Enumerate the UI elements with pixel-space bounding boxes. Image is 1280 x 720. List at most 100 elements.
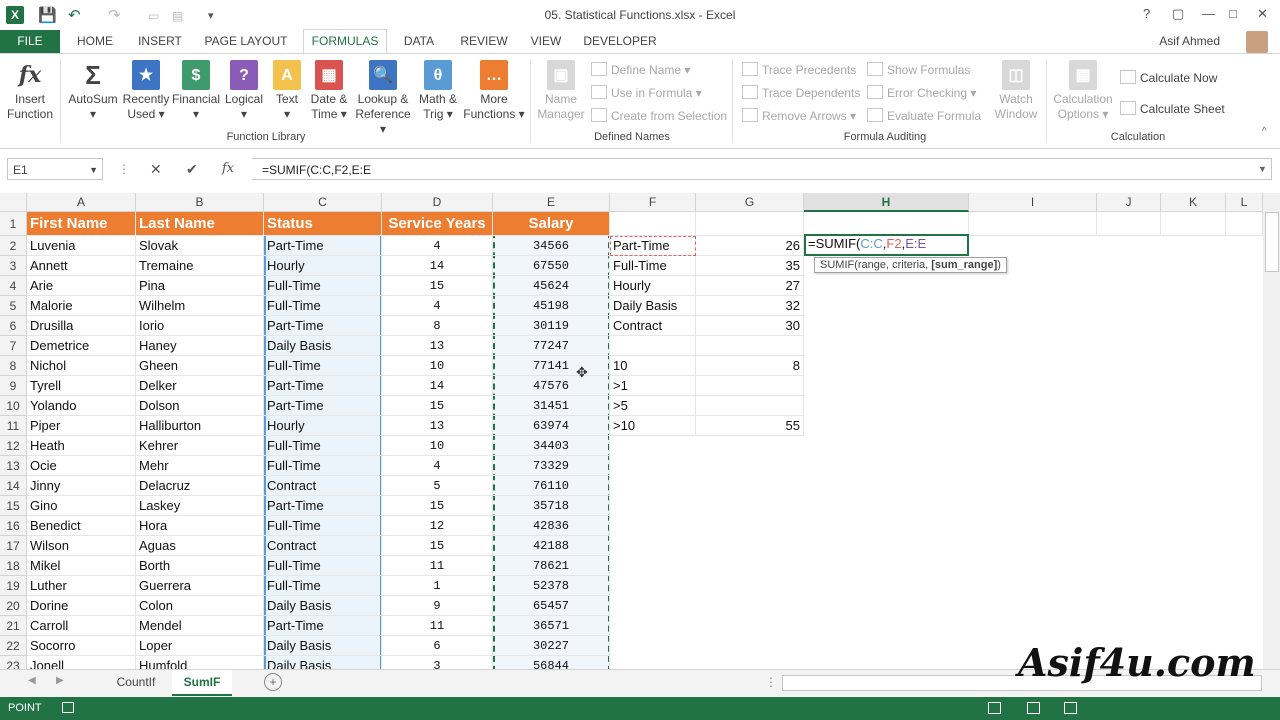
table-cell[interactable]: Daily Basis	[264, 656, 382, 669]
empty-cell[interactable]	[1097, 212, 1161, 236]
empty-cell[interactable]	[1161, 212, 1226, 236]
table-cell[interactable]: Mikel	[27, 556, 136, 576]
minimize-button[interactable]: —	[1202, 6, 1215, 21]
row-header[interactable]: 23	[0, 656, 27, 669]
header-cell[interactable]: Salary	[493, 212, 610, 236]
insert-function-icon[interactable]: fx	[222, 161, 234, 176]
table-cell[interactable]: 15	[382, 396, 493, 416]
create-from-selection-button[interactable]: Create from Selection	[591, 108, 727, 123]
table-cell[interactable]: Humfold	[136, 656, 264, 669]
table-cell[interactable]: Daily Basis	[264, 636, 382, 656]
table-cell[interactable]: 15	[382, 276, 493, 296]
table-cell[interactable]: 9	[382, 596, 493, 616]
table-cell[interactable]: Socorro	[27, 636, 136, 656]
empty-cell[interactable]	[1226, 212, 1263, 236]
remove-arrows-button[interactable]: Remove Arrows ▾	[742, 108, 856, 123]
help-button[interactable]: ?	[1143, 6, 1150, 21]
table-cell[interactable]: Yolando	[27, 396, 136, 416]
trace-dependents-button[interactable]: Trace Dependents	[742, 85, 860, 100]
table-cell[interactable]: Daily Basis	[264, 336, 382, 356]
table-cell[interactable]: Daily Basis	[264, 596, 382, 616]
table-cell[interactable]: Luther	[27, 576, 136, 596]
table-cell[interactable]: Nichol	[27, 356, 136, 376]
table-cell[interactable]: 13	[382, 416, 493, 436]
table-cell[interactable]: 10	[382, 436, 493, 456]
table-cell[interactable]: 13	[382, 336, 493, 356]
table-cell[interactable]: Luvenia	[27, 236, 136, 256]
table-cell[interactable]: 67550	[493, 256, 610, 276]
table-cell[interactable]: Jonell	[27, 656, 136, 669]
table-cell[interactable]: Arie	[27, 276, 136, 296]
result-cell[interactable]: 8	[696, 356, 804, 376]
use-in-formula-button[interactable]: Use in Formula ▾	[591, 85, 702, 100]
autosum-button[interactable]: Σ AutoSum ▾	[66, 60, 120, 122]
row-header[interactable]: 6	[0, 316, 27, 336]
column-header-j[interactable]: J	[1097, 193, 1161, 212]
table-cell[interactable]: Part-Time	[264, 376, 382, 396]
table-cell[interactable]: Gheen	[136, 356, 264, 376]
table-cell[interactable]: Laskey	[136, 496, 264, 516]
recently-used-button[interactable]: ★ Recently Used ▾	[122, 60, 170, 122]
formula-input[interactable]: =SUMIF(C:C,F2,E:E	[252, 158, 1272, 180]
table-cell[interactable]: Annett	[27, 256, 136, 276]
result-cell[interactable]	[696, 396, 804, 416]
table-cell[interactable]: 14	[382, 256, 493, 276]
row-header[interactable]: 2	[0, 236, 27, 256]
column-header-d[interactable]: D	[382, 193, 493, 212]
trace-precedents-button[interactable]: Trace Precedents	[742, 62, 856, 77]
name-box-dropdown-icon[interactable]: ▼	[89, 159, 98, 181]
result-cell[interactable]: 30	[696, 316, 804, 336]
row-header[interactable]: 1	[0, 212, 27, 236]
table-cell[interactable]: 4	[382, 296, 493, 316]
result-cell[interactable]: 55	[696, 416, 804, 436]
tab-page-layout[interactable]: PAGE LAYOUT	[198, 30, 294, 53]
result-cell[interactable]: 35	[696, 256, 804, 276]
table-cell[interactable]: Hourly	[264, 256, 382, 276]
table-cell[interactable]: Hora	[136, 516, 264, 536]
table-cell[interactable]: 12	[382, 516, 493, 536]
calculation-options-button[interactable]: ▦ Calculation Options ▾	[1050, 60, 1116, 122]
header-cell[interactable]: Service Years	[382, 212, 493, 236]
maximize-button[interactable]: □	[1229, 6, 1237, 21]
table-cell[interactable]: 76110	[493, 476, 610, 496]
calculate-now-button[interactable]: Calculate Now	[1120, 70, 1217, 85]
table-cell[interactable]: Tremaine	[136, 256, 264, 276]
table-cell[interactable]: Colon	[136, 596, 264, 616]
close-button[interactable]: ✕	[1257, 6, 1268, 22]
table-cell[interactable]: Full-Time	[264, 276, 382, 296]
table-cell[interactable]: Halliburton	[136, 416, 264, 436]
tab-formulas[interactable]: FORMULAS	[303, 29, 387, 55]
row-header[interactable]: 21	[0, 616, 27, 636]
criteria-cell[interactable]: >5	[610, 396, 696, 416]
table-cell[interactable]: 10	[382, 356, 493, 376]
row-header[interactable]: 3	[0, 256, 27, 276]
more-functions-button[interactable]: … More Functions ▾	[462, 60, 526, 122]
row-header[interactable]: 7	[0, 336, 27, 356]
table-cell[interactable]: Borth	[136, 556, 264, 576]
header-cell[interactable]: First Name	[27, 212, 136, 236]
criteria-cell[interactable]: >1	[610, 376, 696, 396]
sheet-next-icon[interactable]: ▶	[56, 675, 64, 686]
table-cell[interactable]: Full-Time	[264, 456, 382, 476]
table-cell[interactable]: 77141	[493, 356, 610, 376]
table-cell[interactable]: Loper	[136, 636, 264, 656]
row-header[interactable]: 12	[0, 436, 27, 456]
page-break-view-icon[interactable]	[1064, 702, 1077, 714]
page-layout-view-icon[interactable]	[1027, 702, 1040, 714]
table-cell[interactable]: Part-Time	[264, 316, 382, 336]
row-header[interactable]: 20	[0, 596, 27, 616]
table-cell[interactable]: Contract	[264, 476, 382, 496]
table-cell[interactable]: Part-Time	[264, 396, 382, 416]
table-cell[interactable]: 47576	[493, 376, 610, 396]
cancel-entry-icon[interactable]: ✕	[150, 161, 162, 178]
row-header[interactable]: 17	[0, 536, 27, 556]
new-sheet-icon[interactable]: +	[264, 673, 282, 691]
table-cell[interactable]: Haney	[136, 336, 264, 356]
table-cell[interactable]: Dorine	[27, 596, 136, 616]
column-header-c[interactable]: C	[264, 193, 382, 212]
column-header-g[interactable]: G	[696, 193, 804, 212]
column-header-k[interactable]: K	[1161, 193, 1226, 212]
normal-view-icon[interactable]	[988, 702, 1001, 714]
tab-home[interactable]: HOME	[68, 30, 122, 53]
table-cell[interactable]: Ocie	[27, 456, 136, 476]
